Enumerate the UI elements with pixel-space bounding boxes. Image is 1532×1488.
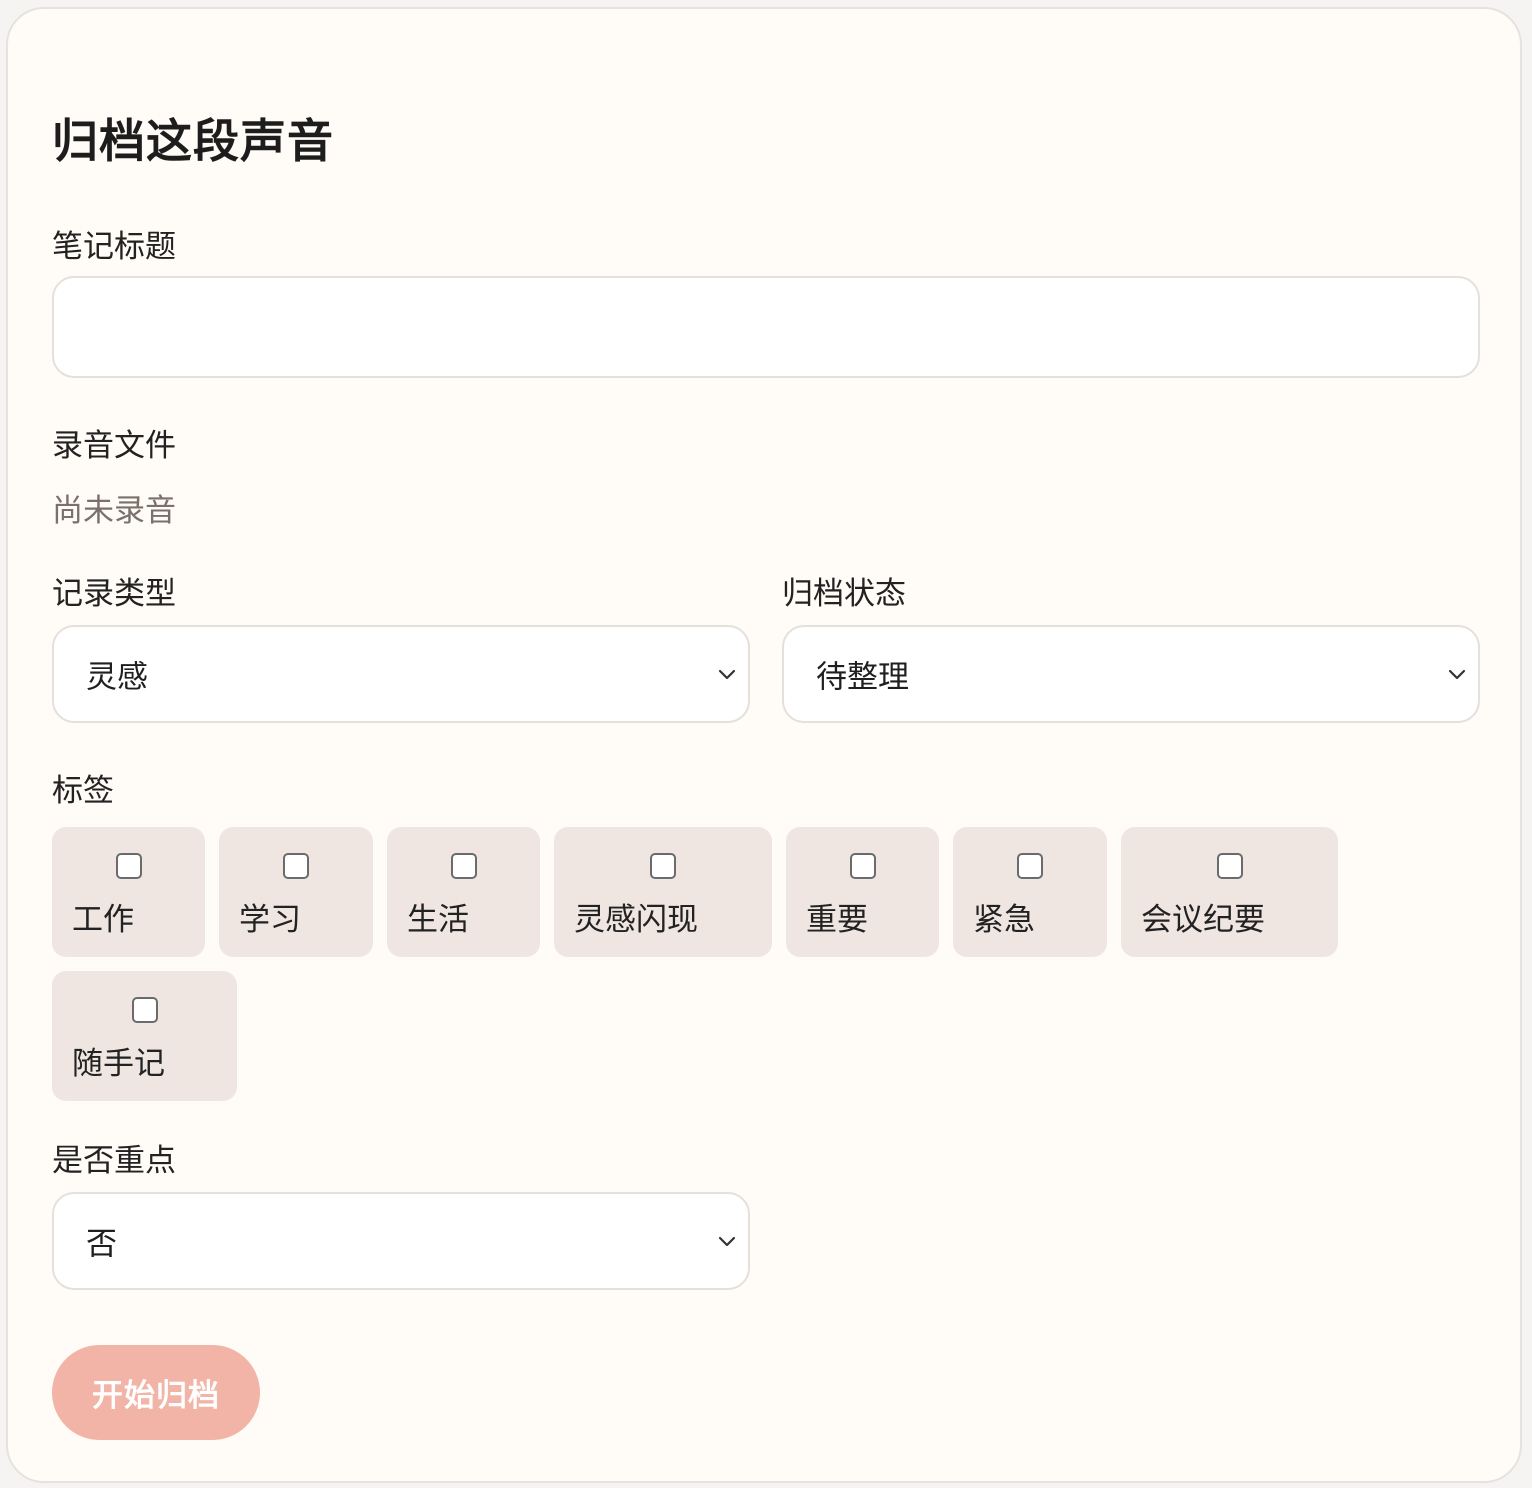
chevron-down-icon — [718, 669, 736, 680]
tag-option-important[interactable]: 重要 — [786, 827, 939, 957]
start-archive-button[interactable]: 开始归档 — [52, 1345, 260, 1440]
archive-status-label: 归档状态 — [782, 576, 906, 612]
record-type-select[interactable]: 灵感 — [52, 625, 750, 723]
tag-option-life[interactable]: 生活 — [387, 827, 540, 957]
tag-label: 灵感闪现 — [574, 902, 698, 938]
chevron-down-icon — [718, 1236, 736, 1247]
tag-checkbox[interactable] — [650, 853, 676, 879]
important-label: 是否重点 — [52, 1143, 176, 1179]
chevron-down-icon — [1448, 669, 1466, 680]
record-type-label: 记录类型 — [52, 576, 176, 612]
tags-label: 标签 — [52, 773, 114, 809]
tag-checkbox[interactable] — [283, 853, 309, 879]
tag-checkbox[interactable] — [1216, 853, 1243, 879]
tag-label: 学习 — [239, 902, 301, 938]
tag-option-urgent[interactable]: 紧急 — [953, 827, 1107, 957]
important-select[interactable]: 否 — [52, 1192, 750, 1290]
tag-checkbox[interactable] — [849, 853, 876, 879]
note-title-label: 笔记标题 — [52, 229, 176, 265]
tag-checkbox[interactable] — [131, 997, 158, 1023]
tag-label: 生活 — [407, 902, 469, 938]
tag-checkbox[interactable] — [115, 853, 142, 879]
tag-label: 工作 — [72, 902, 134, 938]
tag-option-study[interactable]: 学习 — [219, 827, 373, 957]
tag-label: 紧急 — [973, 902, 1035, 938]
note-title-input[interactable] — [52, 276, 1480, 378]
important-value: 否 — [86, 1226, 117, 1263]
tag-label: 会议纪要 — [1141, 902, 1265, 938]
recording-file-label: 录音文件 — [52, 428, 176, 464]
archive-status-select[interactable]: 待整理 — [782, 625, 1480, 723]
archive-status-value: 待整理 — [816, 659, 909, 696]
tag-option-quick-note[interactable]: 随手记 — [52, 971, 237, 1101]
tag-label: 随手记 — [72, 1046, 165, 1082]
tag-option-inspiration-flash[interactable]: 灵感闪现 — [554, 827, 772, 957]
archive-form-card: 归档这段声音 笔记标题 录音文件 尚未录音 记录类型 灵感 归档状态 待整理 标… — [6, 7, 1522, 1483]
page-title: 归档这段声音 — [52, 114, 334, 168]
tag-option-meeting-minutes[interactable]: 会议纪要 — [1121, 827, 1338, 957]
recording-status-text: 尚未录音 — [52, 493, 176, 529]
record-type-value: 灵感 — [86, 659, 148, 696]
tag-label: 重要 — [806, 902, 868, 938]
tag-checkbox[interactable] — [450, 853, 477, 879]
tag-option-work[interactable]: 工作 — [52, 827, 205, 957]
tag-checkbox[interactable] — [1017, 853, 1043, 879]
